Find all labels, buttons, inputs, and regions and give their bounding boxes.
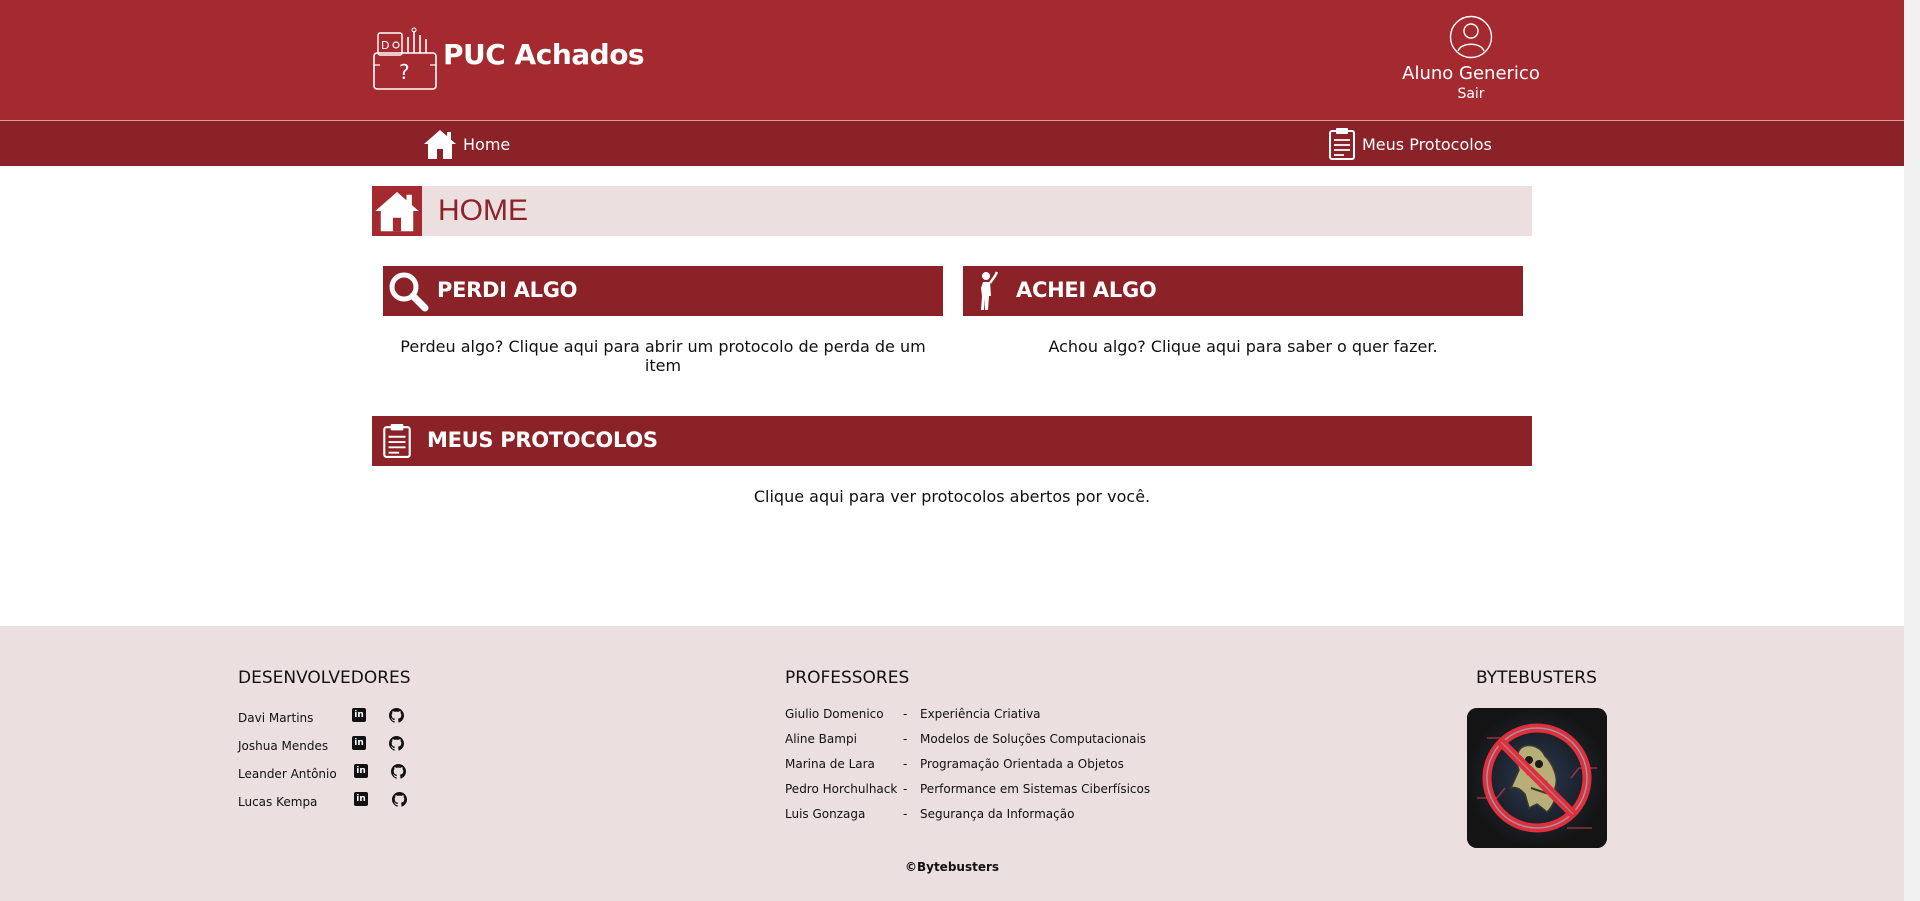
bytebusters-logo: [1467, 708, 1607, 848]
found-item-card-header[interactable]: ACHEI ALGO: [963, 266, 1523, 316]
person-found-icon: [967, 270, 1009, 312]
professor-name: Giulio Domenico: [785, 707, 884, 721]
linkedin-icon[interactable]: in: [354, 764, 368, 778]
search-icon: [387, 270, 429, 312]
lost-item-description-link[interactable]: Perdeu algo? Clique aqui para abrir um p…: [383, 337, 943, 375]
developer-name: Lucas Kempa: [238, 795, 318, 809]
page-title-bar: HOME: [372, 186, 1532, 236]
developers-heading: DESENVOLVEDORES: [238, 668, 411, 688]
github-icon[interactable]: [389, 736, 404, 751]
github-icon[interactable]: [391, 764, 406, 779]
copyright: ©Bytebusters: [904, 860, 1000, 874]
nav-protocols-link[interactable]: Meus Protocolos: [1328, 125, 1492, 163]
svg-text:D: D: [381, 39, 389, 52]
professor-name: Marina de Lara: [785, 757, 875, 771]
separator: -: [903, 807, 908, 821]
nav-protocols-label: Meus Protocolos: [1362, 134, 1492, 154]
professor-course: Experiência Criativa: [920, 707, 1041, 721]
github-icon[interactable]: [389, 708, 404, 723]
separator: -: [903, 782, 908, 796]
page-title: HOME: [438, 194, 528, 227]
home-icon: [372, 186, 422, 236]
page-scrollbar[interactable]: [1904, 0, 1920, 901]
nav-home-label: Home: [463, 134, 511, 154]
my-protocols-card-header[interactable]: MEUS PROTOCOLOS: [372, 416, 1532, 466]
linkedin-icon[interactable]: in: [352, 736, 366, 750]
app-brand-title[interactable]: PUC Achados: [443, 38, 645, 71]
svg-text:?: ?: [399, 60, 410, 84]
developer-name: Davi Martins: [238, 711, 314, 725]
professor-course: Programação Orientada a Objetos: [920, 757, 1124, 771]
user-name: Aluno Generico: [1402, 63, 1540, 84]
professor-name: Pedro Horchulhack: [785, 782, 898, 796]
professor-course: Performance em Sistemas Ciberfísicos: [920, 782, 1151, 796]
user-avatar-icon[interactable]: [1449, 15, 1493, 59]
professor-course: Segurança da Informação: [920, 807, 1075, 821]
lost-item-card-header[interactable]: PERDI ALGO: [383, 266, 943, 316]
nav-home-link[interactable]: Home: [423, 125, 510, 163]
clipboard-icon: [376, 420, 418, 462]
team-heading: BYTEBUSTERS: [1476, 668, 1597, 688]
found-item-description-link[interactable]: Achou algo? Clique aqui para saber o que…: [963, 337, 1523, 356]
lost-and-found-box-logo-icon: D ?: [373, 27, 437, 90]
top-header: D ? PUC Achados Aluno Generico Sair: [0, 0, 1904, 120]
my-protocols-title: MEUS PROTOCOLOS: [427, 428, 658, 452]
home-icon: [424, 130, 456, 159]
my-protocols-description-link[interactable]: Clique aqui para ver protocolos abertos …: [372, 487, 1532, 506]
developer-name: Joshua Mendes: [238, 739, 329, 753]
lost-item-title: PERDI ALGO: [437, 278, 578, 302]
professor-name: Aline Bampi: [785, 732, 857, 746]
linkedin-icon[interactable]: in: [352, 708, 366, 722]
professor-course: Modelos de Soluções Computacionais: [920, 732, 1147, 746]
separator: -: [903, 707, 908, 721]
clipboard-icon: [1329, 128, 1355, 160]
logout-link[interactable]: Sair: [1400, 86, 1542, 102]
professor-name: Luis Gonzaga: [785, 807, 866, 821]
separator: -: [903, 757, 908, 771]
github-icon[interactable]: [392, 792, 407, 807]
main-nav: Home Meus Protocolos: [0, 120, 1904, 166]
linkedin-icon[interactable]: in: [354, 792, 368, 806]
found-item-title: ACHEI ALGO: [1016, 278, 1157, 302]
professors-heading: PROFESSORES: [785, 668, 910, 688]
developer-name: Leander Antônio: [238, 767, 337, 781]
footer: DESENVOLVEDORES Davi Martins in Joshua M…: [0, 626, 1904, 901]
separator: -: [903, 732, 908, 746]
